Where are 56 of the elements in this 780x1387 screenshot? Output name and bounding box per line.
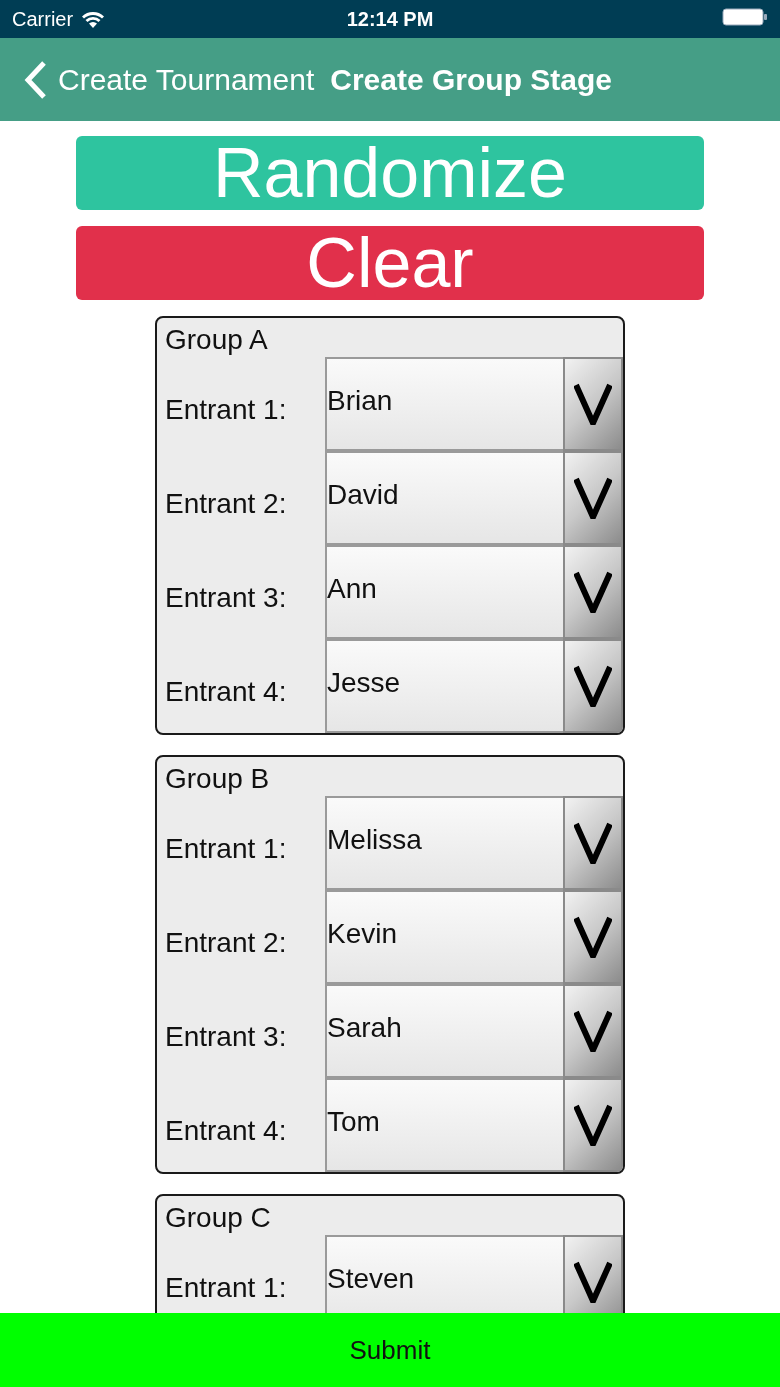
dropdown-toggle[interactable]: [563, 1078, 623, 1172]
entrant-label: Entrant 3:: [164, 1020, 288, 1053]
chevron-down-icon: [574, 383, 612, 425]
entrant-label: Entrant 1:: [164, 393, 288, 426]
group-title: Group C: [165, 1202, 271, 1233]
chevron-down-icon: [574, 822, 612, 864]
entrant-label: Entrant 4:: [164, 1114, 288, 1147]
entrant-dropdown[interactable]: Jesse: [325, 639, 623, 733]
selected-entrant: Brian: [325, 357, 563, 451]
chevron-down-icon: [574, 1010, 612, 1052]
dropdown-toggle[interactable]: [563, 639, 623, 733]
clock-time: 12:14 PM: [346, 7, 434, 30]
selected-entrant: Kevin: [325, 890, 563, 984]
chevron-down-icon: [574, 571, 612, 613]
group-title: Group B: [165, 763, 270, 794]
wifi-icon: [81, 10, 106, 28]
dropdown-toggle[interactable]: [563, 890, 623, 984]
selected-entrant: David: [325, 451, 563, 545]
carrier-name: Carrier: [12, 7, 74, 31]
entrant-dropdown[interactable]: Sarah: [325, 984, 623, 1078]
clear-button[interactable]: Clear: [76, 226, 704, 300]
dropdown-toggle[interactable]: [563, 796, 623, 890]
screen-title: Create Group Stage: [330, 62, 612, 97]
entrant-label: Entrant 1:: [164, 1271, 288, 1304]
submit-button[interactable]: Submit: [0, 1313, 780, 1387]
selected-entrant: Ann: [325, 545, 563, 639]
entrant-label: Entrant 1:: [164, 832, 288, 865]
selected-entrant: Tom: [325, 1078, 563, 1172]
group-title: Group A: [165, 324, 268, 355]
entrant-dropdown[interactable]: Ann: [325, 545, 623, 639]
entrant-dropdown[interactable]: Melissa: [325, 796, 623, 890]
battery-icon: [722, 6, 768, 27]
back-chevron-icon: [22, 59, 48, 100]
entrant-dropdown[interactable]: Steven: [325, 1235, 623, 1313]
entrant-label: Entrant 3:: [164, 581, 288, 614]
dropdown-toggle[interactable]: [563, 984, 623, 1078]
entrant-label: Entrant 2:: [164, 487, 288, 520]
dropdown-toggle[interactable]: [563, 451, 623, 545]
entrant-dropdown[interactable]: David: [325, 451, 623, 545]
dropdown-toggle[interactable]: [563, 545, 623, 639]
selected-entrant: Jesse: [325, 639, 563, 733]
entrant-dropdown[interactable]: Kevin: [325, 890, 623, 984]
entrant-dropdown[interactable]: Tom: [325, 1078, 623, 1172]
selected-entrant: Steven: [325, 1235, 563, 1313]
dropdown-toggle[interactable]: [563, 357, 623, 451]
chevron-down-icon: [574, 477, 612, 519]
entrant-dropdown[interactable]: Brian: [325, 357, 623, 451]
chevron-down-icon: [574, 1104, 612, 1146]
selected-entrant: Sarah: [325, 984, 563, 1078]
selected-entrant: Melissa: [325, 796, 563, 890]
entrant-label: Entrant 2:: [164, 926, 288, 959]
chevron-down-icon: [574, 916, 612, 958]
dropdown-toggle[interactable]: [563, 1235, 623, 1313]
chevron-down-icon: [574, 665, 612, 707]
chevron-down-icon: [574, 1261, 612, 1303]
entrant-label: Entrant 4:: [164, 675, 288, 708]
